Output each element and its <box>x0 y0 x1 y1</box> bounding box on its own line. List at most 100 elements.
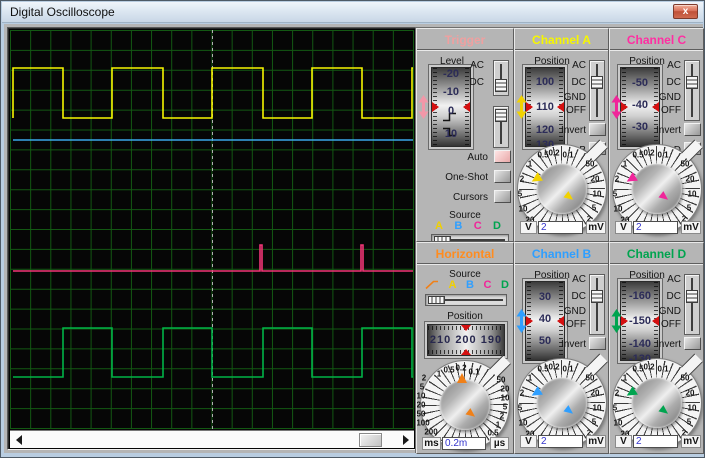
position-adjust-arrow[interactable] <box>516 309 527 333</box>
gain-knob[interactable]: V mV 0.50.20.1125102050201052 <box>517 358 607 448</box>
knob-grip[interactable] <box>632 378 682 428</box>
knob-scale-value: 2 <box>500 412 504 421</box>
coupling-slider-handle[interactable] <box>495 79 507 92</box>
invert-button[interactable] <box>589 123 606 136</box>
scroll-thumb[interactable] <box>359 433 382 447</box>
timebase-value-input[interactable] <box>442 437 486 450</box>
panel-title-divider <box>515 49 608 51</box>
knob-scale-value: 1 <box>437 370 441 379</box>
coupling-slider-handle[interactable] <box>686 76 698 89</box>
knob-scale-value: 0.1 <box>657 365 668 374</box>
gain-knob[interactable]: V mV 0.50.20.1125102050201052 <box>517 144 607 234</box>
gauge-scale-value: -50 <box>632 77 648 89</box>
knob-grip[interactable] <box>632 164 682 214</box>
knob-grip[interactable] <box>537 164 587 214</box>
gauge-scale-value: -20 <box>443 68 459 80</box>
knob-scale-value: 0.2 <box>548 363 559 372</box>
coupling-slider-handle[interactable] <box>686 290 698 303</box>
trigger-source-slider[interactable] <box>431 234 509 242</box>
invert-button[interactable] <box>684 337 701 350</box>
gain-knob[interactable]: V mV 0.50.20.1125102050201052 <box>612 144 702 234</box>
knob-scale-value: 0.2 <box>455 364 466 373</box>
knob-scale-value: 50 <box>681 374 690 383</box>
knob-scale-value: 20 <box>591 175 600 184</box>
unit-left-label: ms <box>422 437 441 450</box>
horizontal-position-dial[interactable]: 210 200 190 <box>427 324 505 356</box>
gauge-marker-left <box>621 102 628 112</box>
coupling-option-label: AC <box>641 60 681 71</box>
knob-grip[interactable] <box>537 378 587 428</box>
knob-scale-value: 20 <box>417 401 426 410</box>
scroll-left-button[interactable] <box>11 432 26 447</box>
position-adjust-arrow[interactable] <box>611 95 622 119</box>
source-options: A B C D <box>435 221 501 232</box>
scope-display-frame <box>7 27 416 450</box>
coupling-slider[interactable] <box>684 60 700 121</box>
gauge-scale-value: -30 <box>632 121 648 133</box>
knob-scale-value: 200 <box>424 428 437 437</box>
gauge-marker-left <box>526 102 533 112</box>
coupling-slider[interactable] <box>589 60 605 121</box>
knob-grip[interactable] <box>440 380 490 430</box>
knob-scale-value: 50 <box>586 374 595 383</box>
coupling-slider[interactable] <box>684 274 700 335</box>
unit-left-label: V <box>520 221 537 234</box>
left-arrow-icon <box>16 435 22 445</box>
position-adjust-arrow[interactable] <box>611 309 622 333</box>
source-slider-handle[interactable] <box>428 296 445 304</box>
knob-scale-value: 0.1 <box>468 368 479 377</box>
panel-channel-b: Channel B Position 304050 AC DC GND OFF … <box>514 242 609 454</box>
knob-scale-value: 50 <box>586 160 595 169</box>
close-button[interactable]: x <box>673 4 698 19</box>
coupling-slider-handle[interactable] <box>591 290 603 303</box>
unit-left-label: V <box>615 435 632 448</box>
gain-value-input[interactable] <box>633 435 678 448</box>
cursors-button[interactable] <box>494 190 511 203</box>
unit-right-label: mV <box>586 221 606 234</box>
coupling-option-label: AC <box>546 60 586 71</box>
coupling-slider[interactable] <box>589 274 605 335</box>
gauge-scale-value: -160 <box>629 290 651 302</box>
scroll-right-button[interactable] <box>398 432 413 447</box>
knob-scale-value: 5 <box>687 418 691 427</box>
trigger-edge-slider[interactable] <box>493 106 509 148</box>
timebase-knob[interactable]: ms µs 10.50.20.1251020501002005020105210… <box>420 360 510 450</box>
gain-value-input[interactable] <box>538 221 583 234</box>
level-adjust-arrow[interactable] <box>418 95 429 119</box>
client-area: Trigger Level -20-10010 AC DC <box>4 24 703 453</box>
gain-value-input[interactable] <box>538 435 583 448</box>
source-b-label: B <box>454 221 462 232</box>
gain-knob[interactable]: V mV 0.50.20.1125102050201052 <box>612 358 702 448</box>
one-shot-button[interactable] <box>494 170 511 183</box>
one-shot-label: One-Shot <box>432 172 488 183</box>
gain-value-input[interactable] <box>633 221 678 234</box>
panel-trigger: Trigger Level -20-10010 AC DC <box>416 28 514 242</box>
panel-title-divider <box>417 263 513 265</box>
knob-scale-value: 5 <box>503 403 507 412</box>
knob-scale-value: 20 <box>686 175 695 184</box>
panel-title: Channel B <box>515 247 608 261</box>
trigger-coupling-slider[interactable] <box>493 60 509 96</box>
edge-slider-handle[interactable] <box>495 109 507 122</box>
titlebar[interactable]: Digital Oscilloscope x <box>2 2 703 23</box>
scope-hscrollbar[interactable] <box>10 430 414 448</box>
window-title: Digital Oscilloscope <box>10 5 115 19</box>
invert-button[interactable] <box>684 123 701 136</box>
position-label: Position <box>417 311 513 322</box>
gauge-scale-value: 120 <box>536 124 554 136</box>
invert-button[interactable] <box>589 337 606 350</box>
knob-scale-value: 0.1 <box>657 151 668 160</box>
horizontal-source-slider[interactable] <box>425 294 507 306</box>
knob-scale-value: 50 <box>417 410 426 419</box>
gauge-scale-value: 10 <box>445 128 457 140</box>
panel-horizontal: Horizontal Source A B C D Position <box>416 242 514 454</box>
source-d-label: D <box>501 280 509 291</box>
coupling-option-label: AC <box>641 274 681 285</box>
position-adjust-arrow[interactable] <box>516 95 527 119</box>
knob-scale-value: 10 <box>519 205 528 214</box>
coupling-slider-handle[interactable] <box>591 76 603 89</box>
panel-title: Channel A <box>515 33 608 47</box>
source-d-label: D <box>493 221 501 232</box>
auto-button[interactable] <box>494 150 511 163</box>
double-arrow-icon <box>516 309 527 333</box>
